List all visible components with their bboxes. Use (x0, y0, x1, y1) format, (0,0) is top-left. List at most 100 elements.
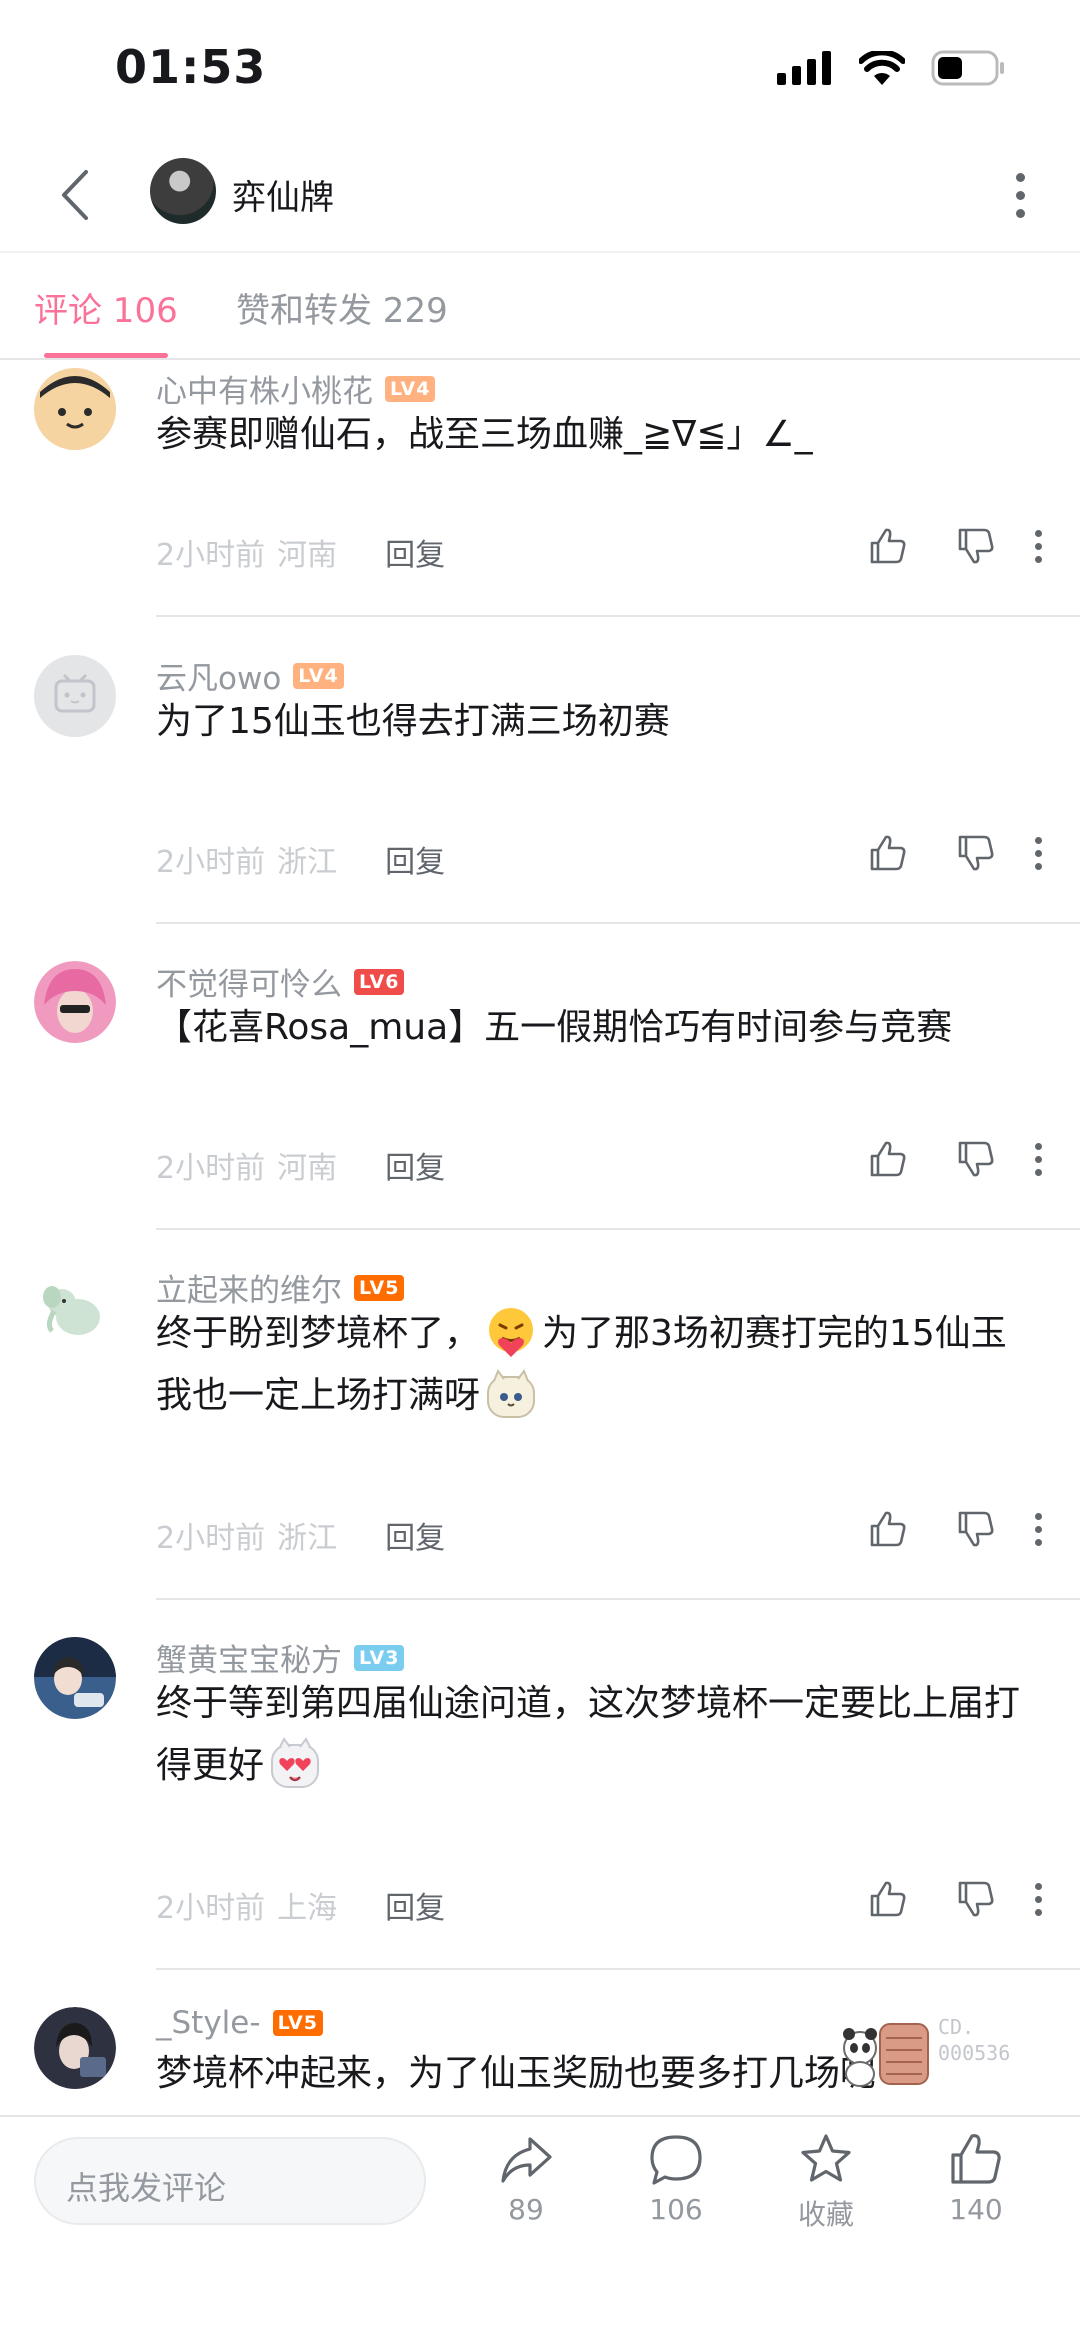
comment-list[interactable]: 心中有株小桃花 LV4 参赛即赠仙石，战至三场血赚_≧∇≦」∠_ 2小时前 河南… (0, 360, 1080, 2115)
comment-text: 终于等到第四届仙途问道，这次梦境杯一定要比上届打得更好 (156, 1673, 1036, 1797)
comment-more-button[interactable] (1026, 1507, 1050, 1551)
panda-sticker-icon (843, 2023, 929, 2087)
back-button[interactable] (50, 162, 110, 228)
comment-input-placeholder: 点我发评论 (66, 2169, 227, 2207)
comment-region: 浙江 (277, 1521, 338, 1556)
more-options-button[interactable] (1000, 162, 1040, 228)
watermark: CD. 000536 (838, 2010, 1058, 2100)
reply-button[interactable]: 回复 (385, 530, 445, 574)
tab-bar: 评论 106 赞和转发 229 (0, 253, 1080, 360)
status-icons (777, 49, 1005, 90)
tab-comments[interactable]: 评论 106 (34, 283, 178, 332)
bottom-action-bar: 点我发评论 89 106 收藏 140 (0, 2115, 1080, 2337)
thumbs-down-icon[interactable] (954, 831, 998, 875)
favorite-button[interactable]: 收藏 (766, 2131, 886, 2233)
thumbs-up-icon[interactable] (866, 1877, 910, 1921)
comment-time: 2小时前 (156, 1891, 266, 1926)
avatar[interactable] (34, 655, 116, 737)
avatar[interactable] (34, 1637, 116, 1719)
comment-item: 蟹黄宝宝秘方 LV3 终于等到第四届仙途问道，这次梦境杯一定要比上届打得更好 2… (0, 1599, 1080, 1970)
avatar[interactable] (34, 961, 116, 1043)
status-time: 01:53 (115, 40, 267, 94)
like-button[interactable]: 140 (916, 2131, 1036, 2226)
reply-button[interactable]: 回复 (385, 1143, 445, 1187)
share-button[interactable]: 89 (466, 2131, 586, 2226)
thumbs-up-icon[interactable] (866, 831, 910, 875)
avatar[interactable] (34, 368, 116, 450)
reply-button[interactable]: 回复 (385, 837, 445, 881)
thumbs-down-icon[interactable] (954, 1877, 998, 1921)
avatar[interactable] (34, 2007, 116, 2089)
level-badge: LV5 (272, 2010, 323, 2036)
comment-region: 浙江 (277, 845, 338, 880)
comment-actions (866, 1137, 1050, 1181)
thumbs-up-icon[interactable] (866, 524, 910, 568)
cat-sticker-icon (484, 1367, 538, 1421)
comment-text: 参赛即赠仙石，战至三场血赚_≧∇≦」∠_ (156, 414, 813, 455)
chevron-left-icon (62, 170, 88, 220)
header: 弈仙牌 (0, 140, 1080, 252)
comment-text: 【花喜Rosa_mua】五一假期恰巧有时间参与竞赛 (156, 1007, 953, 1048)
level-badge: LV5 (354, 1274, 405, 1301)
tab-likes-shares[interactable]: 赞和转发 229 (236, 283, 448, 332)
thumbs-down-icon[interactable] (954, 1137, 998, 1181)
comment-actions (866, 524, 1050, 568)
level-badge: LV4 (293, 662, 344, 689)
cellular-signal-icon (777, 51, 833, 89)
comment-item: 立起来的维尔 LV5 终于盼到梦境杯了， 为了那3场初赛打完的15仙玉我也一定上场… (0, 1229, 1080, 1600)
comment-text: 为了15仙玉也得去打满三场初赛 (156, 701, 670, 742)
comment-item: 云凡owo LV4 为了15仙玉也得去打满三场初赛 2小时前 浙江 回复 (0, 617, 1080, 924)
battery-icon (931, 50, 1005, 90)
thumbs-up-icon[interactable] (866, 1507, 910, 1551)
comment-more-button[interactable] (1026, 524, 1050, 568)
comment-time: 2小时前 (156, 1151, 266, 1186)
comment-item: 不觉得可怜么 LV6 【花喜Rosa_mua】五一假期恰巧有时间参与竞赛 2小时… (0, 923, 1080, 1230)
comment-time: 2小时前 (156, 1521, 266, 1556)
heart-eyes-emoji-icon (268, 1737, 322, 1791)
comment-meta: 2小时前 浙江 回复 (156, 1513, 445, 1557)
more-dot (1015, 172, 1025, 182)
comment-region: 河南 (277, 1151, 338, 1186)
comment-text: 终于盼到梦境杯了， 为了那3场初赛打完的15仙玉我也一定上场打满呀 (156, 1303, 1036, 1427)
comment-text-part: 终于盼到梦境杯了， (156, 1313, 481, 1354)
watermark-line: CD. (938, 2015, 975, 2039)
comment-item: 心中有株小桃花 LV4 参赛即赠仙石，战至三场血赚_≧∇≦」∠_ 2小时前 河南… (0, 360, 1080, 617)
like-count: 140 (949, 2193, 1003, 2226)
comment-meta: 2小时前 河南 回复 (156, 1143, 445, 1187)
comment-time: 2小时前 (156, 538, 266, 573)
active-tab-indicator (44, 353, 168, 358)
reply-button[interactable]: 回复 (385, 1883, 445, 1927)
thumbs-down-icon[interactable] (954, 1507, 998, 1551)
level-badge: LV3 (354, 1644, 405, 1671)
thumbs-down-icon[interactable] (954, 524, 998, 568)
comment-region: 河南 (277, 538, 338, 573)
comment-meta: 2小时前 上海 回复 (156, 1883, 445, 1927)
level-badge: LV6 (354, 968, 405, 995)
avatar[interactable] (150, 158, 216, 224)
avatar[interactable] (34, 1267, 116, 1349)
comment-button[interactable]: 106 (616, 2131, 736, 2226)
share-count: 89 (508, 2193, 544, 2226)
comment-meta: 2小时前 河南 回复 (156, 530, 445, 574)
thumbs-up-icon (951, 2134, 1001, 2184)
comment-count: 106 (649, 2193, 703, 2226)
wifi-icon (858, 49, 906, 89)
username[interactable]: _Style- (156, 2005, 261, 2041)
comment-meta: 2小时前 浙江 回复 (156, 837, 445, 881)
comment-header: _Style- LV5 (156, 2005, 323, 2041)
comment-actions (866, 1507, 1050, 1551)
share-icon (501, 2137, 552, 2183)
comment-region: 上海 (277, 1891, 338, 1926)
star-icon (801, 2134, 851, 2182)
hug-emoji-icon (484, 1305, 538, 1359)
more-dot (1015, 190, 1025, 200)
thumbs-up-icon[interactable] (866, 1137, 910, 1181)
comment-more-button[interactable] (1026, 1877, 1050, 1921)
comment-more-button[interactable] (1026, 1137, 1050, 1181)
comment-input[interactable]: 点我发评论 (34, 2137, 426, 2225)
favorite-label: 收藏 (797, 2198, 854, 2231)
comment-actions (866, 831, 1050, 875)
comment-more-button[interactable] (1026, 831, 1050, 875)
comment-time: 2小时前 (156, 845, 266, 880)
reply-button[interactable]: 回复 (385, 1513, 445, 1557)
